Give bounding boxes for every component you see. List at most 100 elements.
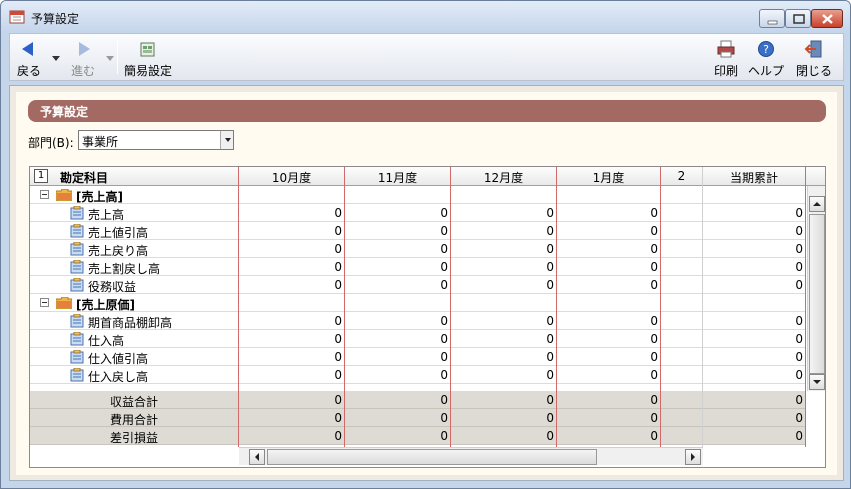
budget-value-cell[interactable]: 0 <box>345 276 451 294</box>
budget-value-cell[interactable]: 0 <box>557 240 661 258</box>
budget-value-cell[interactable]: 0 <box>345 348 451 366</box>
account-cell[interactable]: 売上戻り高 <box>30 240 239 258</box>
collapse-toggle[interactable] <box>40 190 49 199</box>
horizontal-scrollbar[interactable] <box>239 447 703 465</box>
chevron-right-icon <box>691 453 695 461</box>
month-header-1[interactable]: 11月度 <box>345 167 451 186</box>
budget-value-cell[interactable]: 0 <box>239 204 345 222</box>
budget-value-cell[interactable]: 0 <box>557 348 661 366</box>
budget-value-cell[interactable] <box>345 294 451 312</box>
table-row[interactable]: 売上値引高 0 0 0 0 0 <box>30 222 806 240</box>
forward-history-dropdown[interactable] <box>106 56 114 61</box>
budget-value-cell[interactable]: 0 <box>345 330 451 348</box>
back-history-dropdown[interactable] <box>52 56 60 61</box>
budget-value-cell[interactable]: 0 <box>557 276 661 294</box>
budget-value-cell[interactable]: 0 <box>451 204 557 222</box>
budget-value-cell[interactable]: 0 <box>345 204 451 222</box>
budget-value-cell[interactable]: 0 <box>239 276 345 294</box>
exit-button[interactable]: 閉じる <box>794 36 834 80</box>
back-button[interactable]: 戻る <box>12 36 46 80</box>
budget-value-cell[interactable]: 0 <box>345 222 451 240</box>
budget-value-cell[interactable]: 0 <box>239 312 345 330</box>
cumulative-header[interactable]: 当期累計 <box>703 167 806 186</box>
budget-value-cell[interactable]: 0 <box>451 258 557 276</box>
budget-value-cell[interactable] <box>345 186 451 204</box>
budget-value-cell[interactable]: 0 <box>557 312 661 330</box>
account-cell[interactable]: 役務収益 <box>30 276 239 294</box>
budget-value-cell[interactable] <box>239 294 345 312</box>
budget-value-cell[interactable]: 0 <box>345 240 451 258</box>
minimize-button[interactable] <box>759 9 785 28</box>
budget-value-cell[interactable]: 0 <box>239 366 345 384</box>
table-row[interactable]: 売上高 0 0 0 0 0 <box>30 204 806 222</box>
month-header-2[interactable]: 12月度 <box>451 167 557 186</box>
account-cell[interactable]: 仕入高 <box>30 330 239 348</box>
account-cell[interactable]: [売上原価] <box>30 294 239 312</box>
scroll-right-button[interactable] <box>685 449 701 465</box>
budget-value-cell[interactable]: 0 <box>557 330 661 348</box>
budget-value-cell[interactable]: 0 <box>451 348 557 366</box>
maximize-button[interactable] <box>785 9 811 28</box>
budget-value-cell[interactable]: 0 <box>345 312 451 330</box>
budget-value-cell[interactable] <box>239 186 345 204</box>
table-row[interactable]: 仕入戻し高 0 0 0 0 0 <box>30 366 806 384</box>
title-bar[interactable]: 予算設定 <box>1 1 850 31</box>
scroll-down-button[interactable] <box>809 374 825 390</box>
budget-value-cell[interactable]: 0 <box>451 312 557 330</box>
table-row[interactable]: 仕入値引高 0 0 0 0 0 <box>30 348 806 366</box>
budget-value-cell[interactable]: 0 <box>345 258 451 276</box>
budget-value-cell[interactable] <box>557 294 661 312</box>
table-row[interactable]: 仕入高 0 0 0 0 0 <box>30 330 806 348</box>
simple-setting-button[interactable]: 簡易設定 <box>122 36 174 80</box>
forward-button[interactable]: 進む <box>66 36 100 80</box>
budget-value-cell[interactable]: 0 <box>239 258 345 276</box>
totals-value-cell: 0 <box>334 429 342 443</box>
budget-value-cell[interactable]: 0 <box>557 222 661 240</box>
account-cell[interactable]: [売上高] <box>30 186 239 204</box>
budget-value-cell[interactable]: 0 <box>239 348 345 366</box>
budget-value-cell[interactable]: 0 <box>451 276 557 294</box>
account-cell[interactable]: 売上値引高 <box>30 222 239 240</box>
budget-value-cell[interactable]: 0 <box>451 330 557 348</box>
vertical-scroll-thumb[interactable] <box>809 214 825 374</box>
client-area: 予算設定 部門(B): 事業所 1 勘定科目 10月度 11月度 12月度 1月… <box>9 85 844 481</box>
table-row[interactable]: 役務収益 0 0 0 0 0 <box>30 276 806 294</box>
budget-value-cell[interactable]: 0 <box>239 222 345 240</box>
table-row[interactable]: 期首商品棚卸高 0 0 0 0 0 <box>30 312 806 330</box>
account-cell[interactable]: 仕入値引高 <box>30 348 239 366</box>
budget-value-cell[interactable]: 0 <box>451 240 557 258</box>
account-header[interactable]: 1 勘定科目 <box>30 167 239 186</box>
budget-value-cell[interactable]: 0 <box>345 366 451 384</box>
close-window-button[interactable] <box>811 9 843 28</box>
account-cell[interactable]: 仕入戻し高 <box>30 366 239 384</box>
group-row[interactable]: [売上高] <box>30 186 806 204</box>
horizontal-scroll-thumb[interactable] <box>267 449 597 465</box>
budget-value-cell[interactable] <box>557 186 661 204</box>
department-select[interactable]: 事業所 <box>78 130 234 150</box>
vertical-scrollbar[interactable] <box>807 186 825 391</box>
account-cell[interactable]: 売上高 <box>30 204 239 222</box>
chevron-down-icon[interactable] <box>220 131 233 149</box>
group-row[interactable]: [売上原価] <box>30 294 806 312</box>
budget-value-cell[interactable]: 0 <box>557 366 661 384</box>
scroll-left-button[interactable] <box>249 449 265 465</box>
scroll-up-button[interactable] <box>809 196 825 212</box>
month-header-overflow[interactable]: 2 <box>661 167 703 186</box>
print-button[interactable]: 印刷 <box>710 36 742 80</box>
table-row[interactable]: 売上割戻し高 0 0 0 0 0 <box>30 258 806 276</box>
budget-value-cell[interactable] <box>451 186 557 204</box>
table-row[interactable]: 売上戻り高 0 0 0 0 0 <box>30 240 806 258</box>
budget-value-cell[interactable]: 0 <box>451 366 557 384</box>
budget-value-cell[interactable]: 0 <box>239 240 345 258</box>
budget-value-cell[interactable]: 0 <box>557 204 661 222</box>
month-header-3[interactable]: 1月度 <box>557 167 661 186</box>
month-header-0[interactable]: 10月度 <box>239 167 345 186</box>
budget-value-cell[interactable] <box>451 294 557 312</box>
account-cell[interactable]: 期首商品棚卸高 <box>30 312 239 330</box>
budget-value-cell[interactable]: 0 <box>451 222 557 240</box>
account-cell[interactable]: 売上割戻し高 <box>30 258 239 276</box>
budget-value-cell[interactable]: 0 <box>557 258 661 276</box>
budget-value-cell[interactable]: 0 <box>239 330 345 348</box>
help-button[interactable]: ? ヘルプ <box>746 36 786 80</box>
collapse-toggle[interactable] <box>40 298 49 307</box>
